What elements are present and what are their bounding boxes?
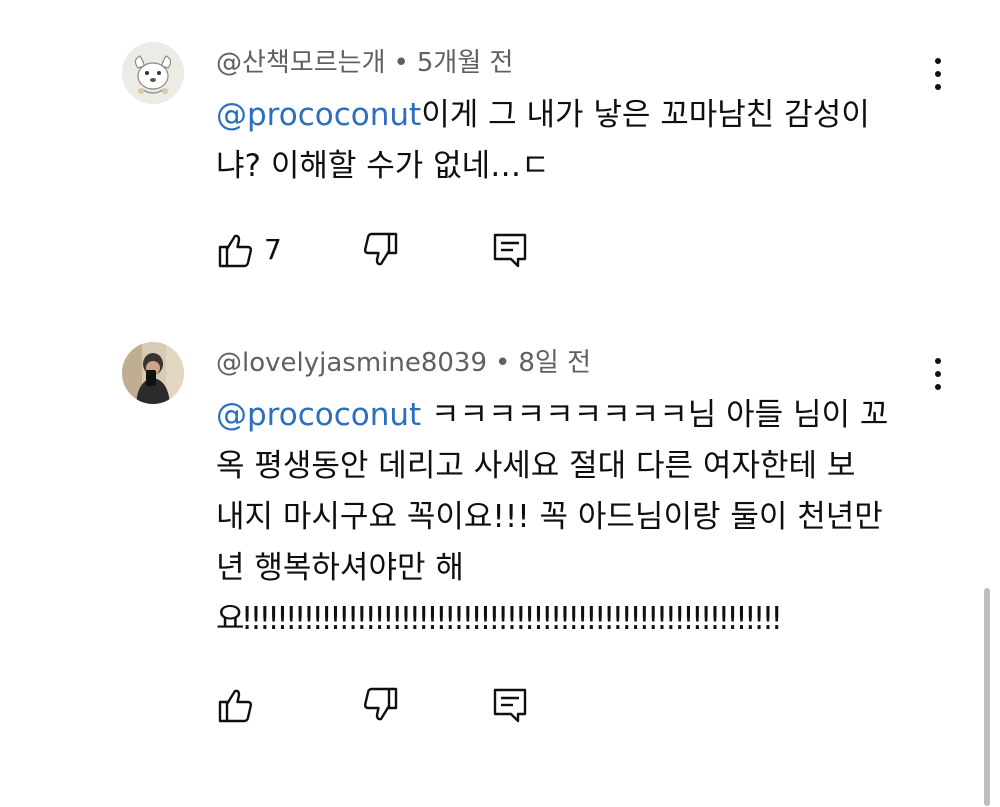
like-count: 7	[264, 233, 282, 266]
comment-time: 8일 전	[518, 348, 592, 378]
avatar[interactable]	[122, 342, 184, 404]
more-vertical-icon	[935, 58, 941, 64]
thumbs-down-icon	[363, 687, 398, 721]
mirror-selfie-photo-avatar-icon	[122, 342, 184, 404]
comment-line: 년 행복하셔야만 해	[216, 550, 464, 586]
comment-actions	[216, 685, 536, 725]
comment-line: @prococonut이게 그 내가 낳은 꼬마남친 감성이	[216, 97, 870, 133]
comment-line: @prococonut ㅋㅋㅋㅋㅋㅋㅋㅋㅋ님 아들 님이 꼬	[216, 397, 889, 433]
scrollbar-thumb[interactable]	[984, 588, 990, 806]
avatar[interactable]	[122, 42, 184, 104]
comment-line: 냐? 이해할 수가 없네…ㄷ	[216, 148, 550, 184]
thumbs-down-icon	[363, 232, 398, 266]
reply-comment-icon	[493, 688, 527, 723]
comment-line: 요!!!!!!!!!!!!!!!!!!!!!!!!!!!!!!!!!!!!!!!…	[216, 601, 783, 637]
reply-button[interactable]	[490, 230, 530, 270]
comment-1: @산책모르는개 • 5개월 전 @prococonut이게 그 내가 낳은 꼬마남친…	[0, 0, 1000, 300]
comment-line: 내지 마시구요 꼭이요!!! 꼭 아드님이랑 둘이 천년만	[216, 499, 883, 535]
mention-link[interactable]: @prococonut	[216, 397, 421, 433]
more-options-button[interactable]	[926, 354, 950, 394]
puppy-cartoon-avatar-icon	[122, 42, 184, 104]
like-button[interactable]: 7	[216, 230, 306, 270]
comment-meta: @산책모르는개 • 5개월 전	[216, 46, 513, 80]
comment-2: @lovelyjasmine8039 • 8일 전 @prococonut ㅋㅋㅋㅋ…	[0, 300, 1000, 807]
comment-line: 옥 평생동안 데리고 사세요 절대 다른 여자한테 보	[216, 448, 856, 484]
reply-comment-icon	[493, 233, 527, 268]
like-button[interactable]	[216, 685, 256, 725]
comment-text: @prococonut이게 그 내가 낳은 꼬마남친 감성이 냐? 이해할 수가…	[216, 90, 936, 192]
mention-link[interactable]: @prococonut	[216, 97, 421, 133]
meta-separator: •	[495, 348, 511, 378]
reply-button[interactable]	[490, 685, 530, 725]
author-name[interactable]: @lovelyjasmine8039	[216, 348, 487, 378]
comment-actions: 7	[216, 230, 536, 270]
dislike-button[interactable]	[360, 685, 400, 725]
author-name[interactable]: @산책모르는개	[216, 48, 386, 78]
meta-separator: •	[393, 48, 409, 78]
thumbs-up-icon	[218, 689, 253, 723]
more-vertical-icon	[935, 358, 941, 364]
comment-text: @prococonut ㅋㅋㅋㅋㅋㅋㅋㅋㅋ님 아들 님이 꼬 옥 평생동안 데리…	[216, 390, 936, 645]
more-options-button[interactable]	[926, 54, 950, 94]
comment-meta: @lovelyjasmine8039 • 8일 전	[216, 346, 591, 380]
dislike-button[interactable]	[360, 230, 400, 270]
thumbs-up-icon	[218, 234, 253, 268]
comment-time: 5개월 전	[416, 48, 514, 78]
